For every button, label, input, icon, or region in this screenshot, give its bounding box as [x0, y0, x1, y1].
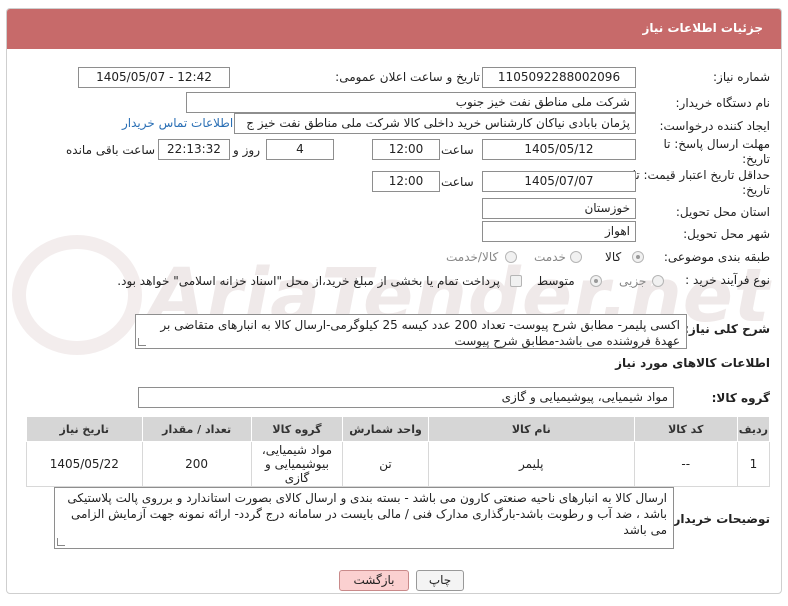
- city-field[interactable]: اهواز: [482, 221, 636, 242]
- validity-date-field[interactable]: 1405/07/07: [482, 171, 636, 192]
- category-option-goods-service: کالا/خدمت: [446, 250, 499, 264]
- days-remaining-field[interactable]: 4: [266, 139, 334, 160]
- time-remaining-field[interactable]: 22:13:32: [158, 139, 230, 160]
- deadline-date-field[interactable]: 1405/05/12: [482, 139, 636, 160]
- resize-handle-icon[interactable]: [138, 338, 146, 346]
- buyer-contact-link[interactable]: اطلاعات تماس خریدار: [122, 116, 233, 130]
- validity-time-field[interactable]: 12:00: [372, 171, 440, 192]
- province-label: استان محل تحویل:: [675, 205, 770, 219]
- table-cell-need-date: 1405/05/22: [26, 441, 143, 487]
- process-label: نوع فرآیند خرید :: [685, 273, 770, 287]
- category-radio-goods[interactable]: [632, 251, 644, 263]
- description-text: اکسی پلیمر- مطابق شرح پیوست- تعداد 200 ع…: [160, 318, 680, 348]
- need-number-field[interactable]: 1105092288002096: [482, 67, 636, 88]
- column-header: نام کالا: [427, 416, 635, 442]
- column-header: واحد شمارش: [342, 416, 429, 442]
- column-header: ردیف: [736, 416, 771, 442]
- time-remaining-label: ساعت باقی مانده: [66, 143, 156, 157]
- city-label: شهر محل تحویل:: [683, 227, 770, 241]
- table-cell-name: پلیمر: [427, 441, 635, 487]
- table-cell-unit: تن: [342, 441, 429, 487]
- creator-label: ایجاد کننده درخواست:: [659, 119, 770, 133]
- panel-title: جزئیات اطلاعات نیاز: [642, 21, 763, 35]
- buyer-notes-textarea[interactable]: ارسال کالا به انبارهای ناحیه صنعتی کارون…: [54, 487, 674, 549]
- validity-time-label: ساعت: [441, 175, 474, 189]
- validity-label: حداقل تاریخ اعتبار قیمت: تا تاریخ:: [632, 168, 770, 197]
- description-textarea[interactable]: اکسی پلیمر- مطابق شرح پیوست- تعداد 200 ع…: [135, 314, 687, 349]
- description-label: شرح کلی نیاز:: [684, 322, 770, 336]
- announce-label: تاریخ و ساعت اعلان عمومی:: [335, 70, 480, 84]
- goods-group-field[interactable]: مواد شیمیایی، پیوشیمیایی و گازی: [138, 387, 674, 408]
- process-radio-medium[interactable]: [590, 275, 602, 287]
- buyer-field[interactable]: شرکت ملی مناطق نفت خیز جنوب: [186, 92, 636, 113]
- goods-table: ردیف کد کالا نام کالا واحد شمارش گروه کا…: [26, 416, 771, 487]
- category-option-service: خدمت: [534, 250, 566, 264]
- resize-handle-icon[interactable]: [57, 538, 65, 546]
- table-row: 1 -- پلیمر تن مواد شیمیایی، بیوشیمیایی و…: [26, 441, 771, 487]
- deadline-time-label: ساعت: [441, 143, 474, 157]
- deadline-time-field[interactable]: 12:00: [372, 139, 440, 160]
- deadline-label: مهلت ارسال پاسخ: تا تاریخ:: [663, 137, 770, 166]
- goods-table-header: ردیف کد کالا نام کالا واحد شمارش گروه کا…: [26, 416, 771, 442]
- need-number-label: شماره نیاز:: [713, 70, 770, 84]
- buyer-label: نام دستگاه خریدار:: [675, 96, 771, 110]
- treasury-payment-note: پرداخت تمام یا بخشی از مبلغ خرید،از محل …: [117, 274, 500, 288]
- column-header: کد کالا: [633, 416, 738, 442]
- process-option-medium: متوسط: [537, 274, 575, 288]
- back-button[interactable]: بازگشت: [339, 570, 409, 591]
- column-header: تعداد / مقدار: [141, 416, 252, 442]
- column-header: گروه کالا: [250, 416, 344, 442]
- buyer-notes-label: توضیحات خریدار:: [668, 512, 770, 526]
- category-option-goods: کالا: [605, 250, 622, 264]
- process-radio-partial[interactable]: [652, 275, 664, 287]
- table-cell-group: مواد شیمیایی، بیوشیمیایی و گازی: [250, 441, 344, 487]
- panel-header: جزئیات اطلاعات نیاز: [7, 9, 781, 49]
- table-cell-row-number: 1: [736, 441, 771, 487]
- table-cell-quantity: 200: [141, 441, 252, 487]
- days-label: روز و: [233, 143, 260, 157]
- buyer-notes-text: ارسال کالا به انبارهای ناحیه صنعتی کارون…: [67, 491, 667, 537]
- column-header: تاریخ نیاز: [26, 416, 143, 442]
- goods-group-label: گروه کالا:: [711, 391, 770, 405]
- category-radio-service[interactable]: [570, 251, 582, 263]
- creator-field[interactable]: پژمان بابادی نیاکان کارشناس خرید داخلی ک…: [234, 113, 636, 134]
- table-cell-code: --: [633, 441, 738, 487]
- category-label: طبقه بندی موضوعی:: [663, 250, 770, 264]
- print-button[interactable]: چاپ: [416, 570, 464, 591]
- province-field[interactable]: خوزستان: [482, 198, 636, 219]
- process-option-partial: جزیی: [619, 274, 647, 288]
- goods-section-title: اطلاعات کالاهای مورد نیاز: [615, 356, 770, 370]
- announce-field[interactable]: 1405/05/07 - 12:42: [78, 67, 230, 88]
- category-radio-goods-service[interactable]: [505, 251, 517, 263]
- treasury-payment-checkbox[interactable]: [510, 275, 522, 287]
